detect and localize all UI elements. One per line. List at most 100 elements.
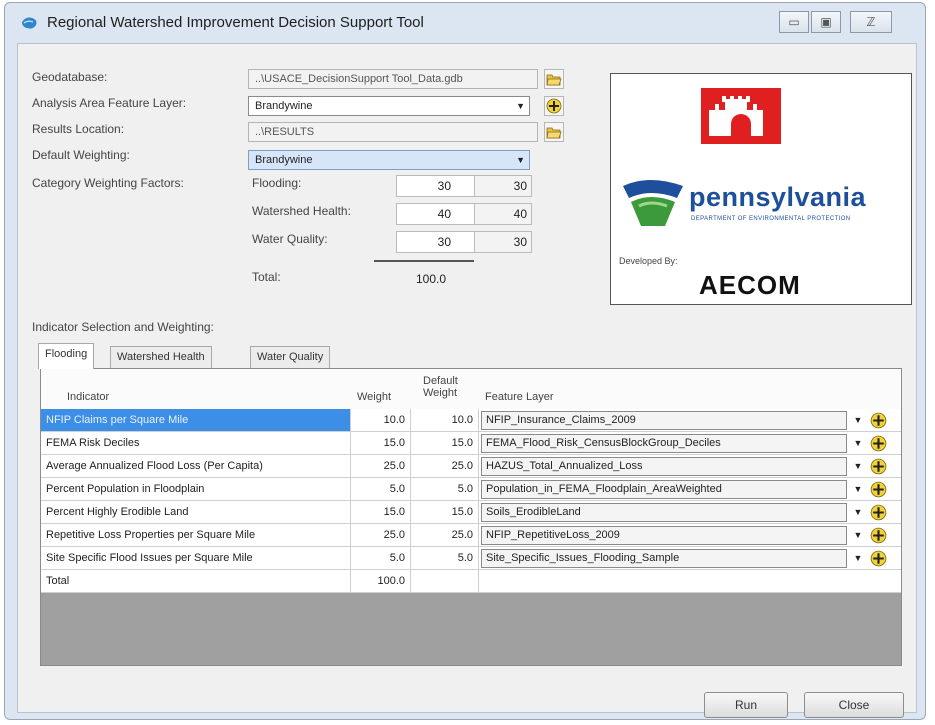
default-weight-cell: 15.0 xyxy=(411,432,479,455)
col-feature-layer-header: Feature Layer xyxy=(485,391,554,403)
indicator-cell[interactable]: NFIP Claims per Square Mile xyxy=(41,409,351,432)
weight-cell[interactable]: 25.0 xyxy=(351,524,411,547)
run-button[interactable]: Run xyxy=(704,692,788,718)
total-label: Total: xyxy=(252,270,281,284)
default-weight-cell: 5.0 xyxy=(411,547,479,570)
minimize-button[interactable]: ▭ xyxy=(779,11,809,33)
add-layer-button[interactable] xyxy=(869,503,888,522)
browse-geodatabase-button[interactable] xyxy=(544,69,564,89)
feature-layer-select[interactable]: NFIP_Insurance_Claims_2009 xyxy=(481,411,847,430)
table-row[interactable]: Repetitive Loss Properties per Square Mi… xyxy=(41,524,901,547)
default-weighting-value: Brandywine xyxy=(255,154,313,166)
watershed-health-factor-label: Watershed Health: xyxy=(252,204,351,218)
chevron-down-icon[interactable]: ▼ xyxy=(851,549,865,568)
tab-water-quality[interactable]: Water Quality xyxy=(250,346,331,368)
pennsylvania-wordmark: pennsylvania xyxy=(689,182,867,212)
tab-watershed-health[interactable]: Watershed Health xyxy=(110,346,212,368)
feature-layer-select[interactable]: HAZUS_Total_Annualized_Loss xyxy=(481,457,847,476)
weight-cell[interactable]: 25.0 xyxy=(351,455,411,478)
add-layer-button[interactable] xyxy=(869,549,888,568)
default-weight-cell: 5.0 xyxy=(411,478,479,501)
default-weighting-label: Default Weighting: xyxy=(32,148,130,162)
watershed-health-factor-input[interactable]: 40 xyxy=(396,203,476,225)
indicator-cell[interactable]: Average Annualized Flood Loss (Per Capit… xyxy=(41,455,351,478)
tab-flooding[interactable]: Flooding xyxy=(38,343,95,369)
developed-by-label: Developed By: xyxy=(619,256,678,266)
indicator-cell[interactable]: FEMA Risk Deciles xyxy=(41,432,351,455)
add-layer-button[interactable] xyxy=(869,526,888,545)
weight-cell[interactable]: 15.0 xyxy=(351,432,411,455)
pennsylvania-keystone-logo xyxy=(623,180,683,226)
table-row[interactable]: NFIP Claims per Square Mile 10.0 10.0 NFIP_… xyxy=(41,409,901,432)
weight-cell[interactable]: 10.0 xyxy=(351,409,411,432)
default-weighting-select[interactable]: Brandywine ▼ xyxy=(248,150,530,170)
category-weighting-label: Category Weighting Factors: xyxy=(32,176,184,190)
chevron-down-icon[interactable]: ▼ xyxy=(851,411,865,430)
total-layer-cell xyxy=(479,570,901,593)
add-layer-button[interactable] xyxy=(869,480,888,499)
add-layer-button[interactable] xyxy=(869,457,888,476)
analysis-area-label: Analysis Area Feature Layer: xyxy=(32,96,187,110)
default-weight-cell: 15.0 xyxy=(411,501,479,524)
flooding-default-value: 30 xyxy=(474,175,532,197)
total-row-label: Total xyxy=(41,570,351,593)
add-icon xyxy=(870,527,887,544)
add-layer-button[interactable] xyxy=(544,96,564,116)
table-row[interactable]: Average Annualized Flood Loss (Per Capit… xyxy=(41,455,901,478)
table-row[interactable]: Site Specific Flood Issues per Square Mi… xyxy=(41,547,901,570)
default-weight-cell: 25.0 xyxy=(411,524,479,547)
feature-layer-cell: HAZUS_Total_Annualized_Loss ▼ xyxy=(479,455,901,478)
analysis-area-select[interactable]: Brandywine ▼ xyxy=(248,96,530,116)
chevron-down-icon[interactable]: ▼ xyxy=(851,503,865,522)
close-icon: ℤ xyxy=(866,15,876,29)
feature-layer-select[interactable]: FEMA_Flood_Risk_CensusBlockGroup_Deciles xyxy=(481,434,847,453)
total-row: Total 100.0 xyxy=(41,570,901,593)
water-quality-default-value: 30 xyxy=(474,231,532,253)
feature-layer-select[interactable]: Soils_ErodibleLand xyxy=(481,503,847,522)
maximize-button[interactable]: ▣ xyxy=(811,11,841,33)
results-location-label: Results Location: xyxy=(32,122,125,136)
table-row[interactable]: Percent Highly Erodible Land 15.0 15.0 Soil… xyxy=(41,501,901,524)
water-quality-factor-input[interactable]: 30 xyxy=(396,231,476,253)
col-indicator-header: Indicator xyxy=(67,391,110,403)
feature-layer-select[interactable]: Population_in_FEMA_Floodplain_AreaWeight… xyxy=(481,480,847,499)
add-icon xyxy=(870,550,887,567)
flooding-factor-input[interactable]: 30 xyxy=(396,175,476,197)
browse-results-button[interactable] xyxy=(544,122,564,142)
weight-cell[interactable]: 5.0 xyxy=(351,547,411,570)
add-layer-button[interactable] xyxy=(869,411,888,430)
app-window: Regional Watershed Improvement Decision … xyxy=(4,2,926,720)
water-quality-factor-label: Water Quality: xyxy=(252,232,328,246)
window-title: Regional Watershed Improvement Decision … xyxy=(47,14,424,31)
minimize-icon: ▭ xyxy=(788,15,800,29)
add-layer-button[interactable] xyxy=(869,434,888,453)
chevron-down-icon[interactable]: ▼ xyxy=(851,526,865,545)
feature-layer-select[interactable]: NFIP_RepetitiveLoss_2009 xyxy=(481,526,847,545)
table-row[interactable]: FEMA Risk Deciles 15.0 15.0 FEMA_Flood_Risk… xyxy=(41,432,901,455)
weight-cell[interactable]: 5.0 xyxy=(351,478,411,501)
indicator-cell[interactable]: Percent Highly Erodible Land xyxy=(41,501,351,524)
feature-layer-select[interactable]: Site_Specific_Issues_Flooding_Sample xyxy=(481,549,847,568)
indicator-section-label: Indicator Selection and Weighting: xyxy=(32,320,214,334)
app-icon xyxy=(22,17,37,29)
add-icon xyxy=(546,98,562,114)
indicator-cell[interactable]: Repetitive Loss Properties per Square Mi… xyxy=(41,524,351,547)
geodatabase-field[interactable]: ..\USACE_DecisionSupport Tool_Data.gdb xyxy=(248,69,538,89)
indicator-cell[interactable]: Site Specific Flood Issues per Square Mi… xyxy=(41,547,351,570)
close-button[interactable]: Close xyxy=(804,692,904,718)
grid-header: Indicator Weight Default Weight Feature … xyxy=(41,369,901,410)
chevron-down-icon[interactable]: ▼ xyxy=(851,480,865,499)
open-folder-icon xyxy=(546,74,562,86)
chevron-down-icon[interactable]: ▼ xyxy=(851,457,865,476)
results-location-field[interactable]: ..\RESULTS xyxy=(248,122,538,142)
table-row[interactable]: Percent Population in Floodplain 5.0 5.0 Po… xyxy=(41,478,901,501)
chevron-down-icon: ▼ xyxy=(516,101,525,111)
title-bar: Regional Watershed Improvement Decision … xyxy=(5,3,925,41)
dep-wordmark: DEPARTMENT OF ENVIRONMENTAL PROTECTION xyxy=(691,216,851,222)
indicator-cell[interactable]: Percent Population in Floodplain xyxy=(41,478,351,501)
indicator-grid: Indicator Weight Default Weight Feature … xyxy=(40,368,902,666)
close-window-button[interactable]: ℤ xyxy=(850,11,892,33)
weight-cell[interactable]: 15.0 xyxy=(351,501,411,524)
chevron-down-icon[interactable]: ▼ xyxy=(851,434,865,453)
open-folder-icon xyxy=(546,127,562,139)
